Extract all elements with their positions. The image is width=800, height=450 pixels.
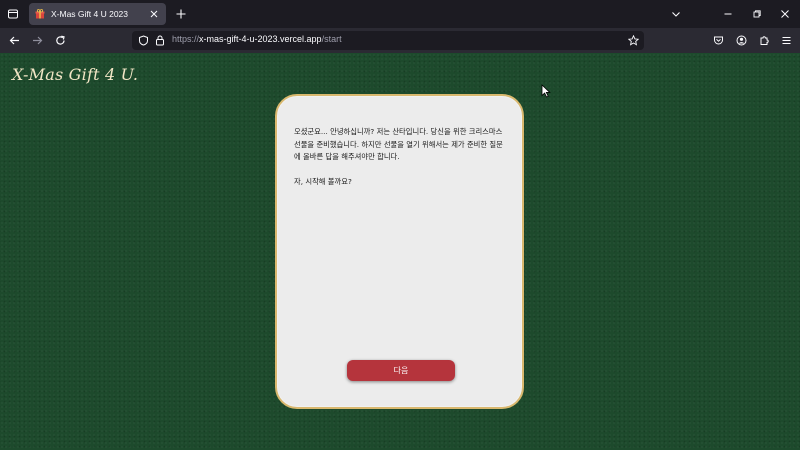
hamburger-menu-icon xyxy=(782,36,790,44)
tab-bar: X-Mas Gift 4 U 2023 xyxy=(0,0,800,28)
forward-button[interactable] xyxy=(29,32,45,48)
menu-button[interactable] xyxy=(778,32,794,48)
tab-close-button[interactable] xyxy=(148,8,160,20)
pocket-button[interactable] xyxy=(710,32,726,48)
minimize-button[interactable] xyxy=(720,6,736,22)
close-window-button[interactable] xyxy=(777,6,793,22)
url-text[interactable]: https://x-mas-gift-4-u-2023.vercel.app/s… xyxy=(172,34,342,44)
close-icon xyxy=(781,10,789,18)
restore-button[interactable] xyxy=(749,6,765,22)
pocket-icon xyxy=(713,36,723,44)
gift-icon xyxy=(35,9,45,19)
card-message: 오셨군요... 안녕하십니까? 저는 산타입니다. 당신을 위한 크리스마스 선… xyxy=(294,126,508,189)
plus-icon xyxy=(176,9,186,19)
restore-icon xyxy=(753,10,761,18)
navigation-toolbar: https://x-mas-gift-4-u-2023.vercel.app/s… xyxy=(0,28,800,53)
shield-icon[interactable] xyxy=(138,35,149,46)
tab-title: X-Mas Gift 4 U 2023 xyxy=(51,9,129,19)
site-logo[interactable]: X-Mas Gift 4 U. xyxy=(12,65,138,84)
url-path: /start xyxy=(321,34,342,44)
lock-icon[interactable] xyxy=(155,35,165,46)
address-bar[interactable]: https://x-mas-gift-4-u-2023.vercel.app/s… xyxy=(132,31,644,50)
arrow-left-icon xyxy=(9,36,19,44)
arrow-right-icon xyxy=(32,36,42,44)
chevron-down-icon xyxy=(672,12,680,17)
mouse-cursor-icon xyxy=(541,84,551,98)
close-icon xyxy=(150,10,158,18)
url-scheme: https:// xyxy=(172,34,200,44)
page-content: X-Mas Gift 4 U. 오셨군요... 안녕하십니까? 저는 산타입니다… xyxy=(0,53,800,450)
star-icon[interactable] xyxy=(628,35,639,46)
extensions-button[interactable] xyxy=(756,32,772,48)
account-button[interactable] xyxy=(733,32,749,48)
url-host: x-mas-gift-4-u-2023.vercel.app xyxy=(199,34,322,44)
tab-list-button[interactable] xyxy=(1,2,25,26)
list-all-tabs-button[interactable] xyxy=(668,6,684,22)
account-icon xyxy=(736,35,746,45)
tab-list-icon xyxy=(8,9,18,19)
intro-paragraph: 오셨군요... 안녕하십니까? 저는 산타입니다. 당신을 위한 크리스마스 선… xyxy=(294,127,503,161)
puzzle-icon xyxy=(760,35,769,45)
active-tab[interactable]: X-Mas Gift 4 U 2023 xyxy=(29,3,166,25)
back-button[interactable] xyxy=(6,32,22,48)
minimize-icon xyxy=(724,13,732,15)
prompt-paragraph: 자, 시작해 볼까요? xyxy=(294,177,352,186)
next-button[interactable]: 다음 xyxy=(347,360,455,381)
reload-icon xyxy=(55,35,65,45)
intro-card: 오셨군요... 안녕하십니까? 저는 산타입니다. 당신을 위한 크리스마스 선… xyxy=(275,94,524,409)
reload-button[interactable] xyxy=(52,32,68,48)
new-tab-button[interactable] xyxy=(173,6,189,22)
